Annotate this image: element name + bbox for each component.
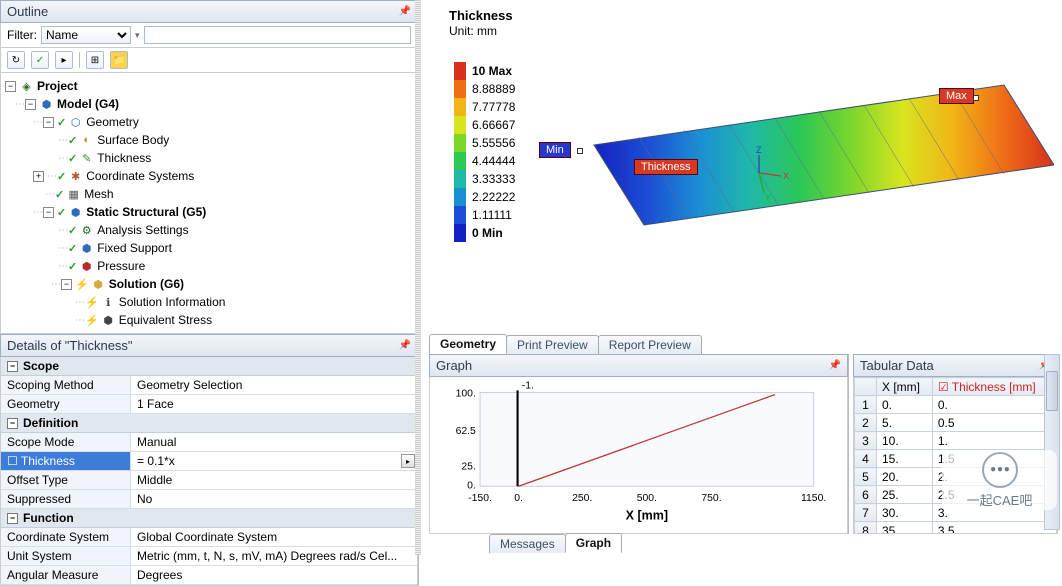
details-row[interactable]: SuppressedNo [1,490,417,509]
scrollbar[interactable] [1044,354,1060,530]
scrollbar-handle[interactable] [1046,371,1058,411]
svg-text:Z: Z [756,145,762,155]
svg-text:500.: 500. [637,493,657,504]
legend-row: 7.77778 [454,98,515,116]
legend-row: 2.22222 [454,188,515,206]
color-legend: 10 Max8.888897.777786.666675.555564.4444… [454,62,515,242]
tab-messages[interactable]: Messages [489,534,566,553]
svg-text:25.: 25. [461,462,475,473]
svg-text:Y: Y [765,193,771,203]
filter-input[interactable] [144,26,411,44]
tab-print-preview[interactable]: Print Preview [506,335,599,354]
tree-geometry[interactable]: ⋯−✓⬡Geometry [3,113,415,131]
refresh-button[interactable]: ↻ [7,51,25,69]
filter-row: Filter: Name ▾ [0,23,418,48]
outline-title: Outline📌 [0,0,418,23]
tree-surface-body[interactable]: ⋯✓◐Surface Body [3,131,415,149]
tree-pressure[interactable]: ⋯✓⬢Pressure [3,257,415,275]
pin-icon[interactable]: 📌 [829,360,841,371]
filter-label: Filter: [7,28,37,42]
tree-coord-systems[interactable]: +⋯✓✱Coordinate Systems [3,167,415,185]
collapse-button[interactable]: ⊞ [86,51,104,69]
details-row[interactable]: Scoping MethodGeometry Selection [1,376,417,395]
svg-text:-1.: -1. [522,380,534,391]
min-anchor [577,148,583,154]
svg-text:0.: 0. [467,480,476,491]
outline-tree[interactable]: −◈Project ⋯−⬢Model (G4) ⋯−✓⬡Geometry ⋯✓◐… [0,73,418,334]
details-row[interactable]: Angular MeasureDegrees [1,566,417,585]
thickness-label: Thickness [634,159,698,175]
tree-solution-info[interactable]: ⋯⚡ℹSolution Information [3,293,415,311]
dropdown-icon: ▾ [135,30,140,41]
separator [79,52,80,68]
folder-button[interactable]: 📁 [110,51,128,69]
tree-mesh[interactable]: ⋯✓▦Mesh [3,185,415,203]
model-render: X Y Z [544,65,1054,235]
view-tabs: Geometry Print Preview Report Preview [429,332,701,354]
tree-eq-stress[interactable]: ⋯⚡⬢Equivalent Stress [3,311,415,329]
tab-geometry[interactable]: Geometry [429,334,507,354]
dropdown-icon[interactable]: ▸ [401,454,415,468]
svg-text:X [mm]: X [mm] [626,509,668,523]
svg-text:-150.: -150. [468,493,492,504]
tabular-table[interactable]: X [mm]☑ Thickness [mm]10.0.25.0.5310.1.4… [854,377,1057,534]
details-row[interactable]: Coordinate SystemGlobal Coordinate Syste… [1,528,417,547]
details-title: Details of "Thickness"📌 [0,334,418,357]
tree-fixed-support[interactable]: ⋯✓⬢Fixed Support [3,239,415,257]
svg-text:0.: 0. [514,493,523,504]
view-unit: Unit: mm [449,24,497,38]
legend-row: 5.55556 [454,134,515,152]
legend-row: 0 Min [454,224,515,242]
details-grid[interactable]: −ScopeScoping MethodGeometry SelectionGe… [0,357,418,586]
svg-text:62.5: 62.5 [456,426,476,437]
view-title: Thickness [449,8,513,23]
details-row[interactable]: Scope ModeManual [1,433,417,452]
legend-row: 1.11111 [454,206,515,224]
graph-title: Graph📌 [429,354,848,377]
tree-model[interactable]: ⋯−⬢Model (G4) [3,95,415,113]
tree-static[interactable]: ⋯−✓⬢Static Structural (G5) [3,203,415,221]
pin-icon[interactable]: 📌 [399,6,411,17]
svg-text:750.: 750. [701,493,721,504]
details-row[interactable]: Unit SystemMetric (mm, t, N, s, mV, mA) … [1,547,417,566]
legend-row: 6.66667 [454,116,515,134]
details-group-header[interactable]: −Definition [1,414,417,433]
svg-text:250.: 250. [572,493,592,504]
bottom-tabs: Messages Graph [429,531,621,553]
check-button[interactable]: ✓ [31,51,49,69]
svg-text:100.: 100. [456,389,476,400]
details-row[interactable]: ☐ Thickness= 0.1*x▸ [1,452,417,471]
svg-text:X: X [783,171,789,181]
details-group-header[interactable]: −Function [1,509,417,528]
tabular-body[interactable]: X [mm]☑ Thickness [mm]10.0.25.0.5310.1.4… [853,377,1058,534]
details-group-header[interactable]: −Scope [1,357,417,376]
graph-area[interactable]: 100. 62.5 25. 0. -150. 0. 250. 500. 750.… [429,377,848,534]
details-row[interactable]: Geometry1 Face [1,395,417,414]
filter-select[interactable]: Name [41,26,131,44]
tab-report-preview[interactable]: Report Preview [598,335,702,354]
outline-toolbar: ↻ ✓ ▸ ⊞ 📁 [0,48,418,73]
legend-row: 4.44444 [454,152,515,170]
tree-solution[interactable]: ⋯−⚡⬢Solution (G6) [3,275,415,293]
max-anchor [973,95,979,101]
details-row[interactable]: Offset TypeMiddle [1,471,417,490]
tree-analysis-settings[interactable]: ⋯✓⚙Analysis Settings [3,221,415,239]
3d-viewport[interactable]: Thickness Unit: mm 10 Max8.888897.777786… [429,0,1062,330]
pin-icon[interactable]: 📌 [399,340,411,351]
tree-thickness[interactable]: ⋯✓✎Thickness [3,149,415,167]
tree-project[interactable]: −◈Project [3,77,415,95]
max-label: Max [939,88,974,104]
legend-row: 3.33333 [454,170,515,188]
legend-row: 8.88889 [454,80,515,98]
min-label: Min [539,142,571,158]
tab-graph[interactable]: Graph [565,533,622,553]
svg-text:1150.: 1150. [801,493,826,504]
expand-button[interactable]: ▸ [55,51,73,69]
tabular-title: Tabular Data📌 [853,354,1058,377]
legend-row: 10 Max [454,62,515,80]
